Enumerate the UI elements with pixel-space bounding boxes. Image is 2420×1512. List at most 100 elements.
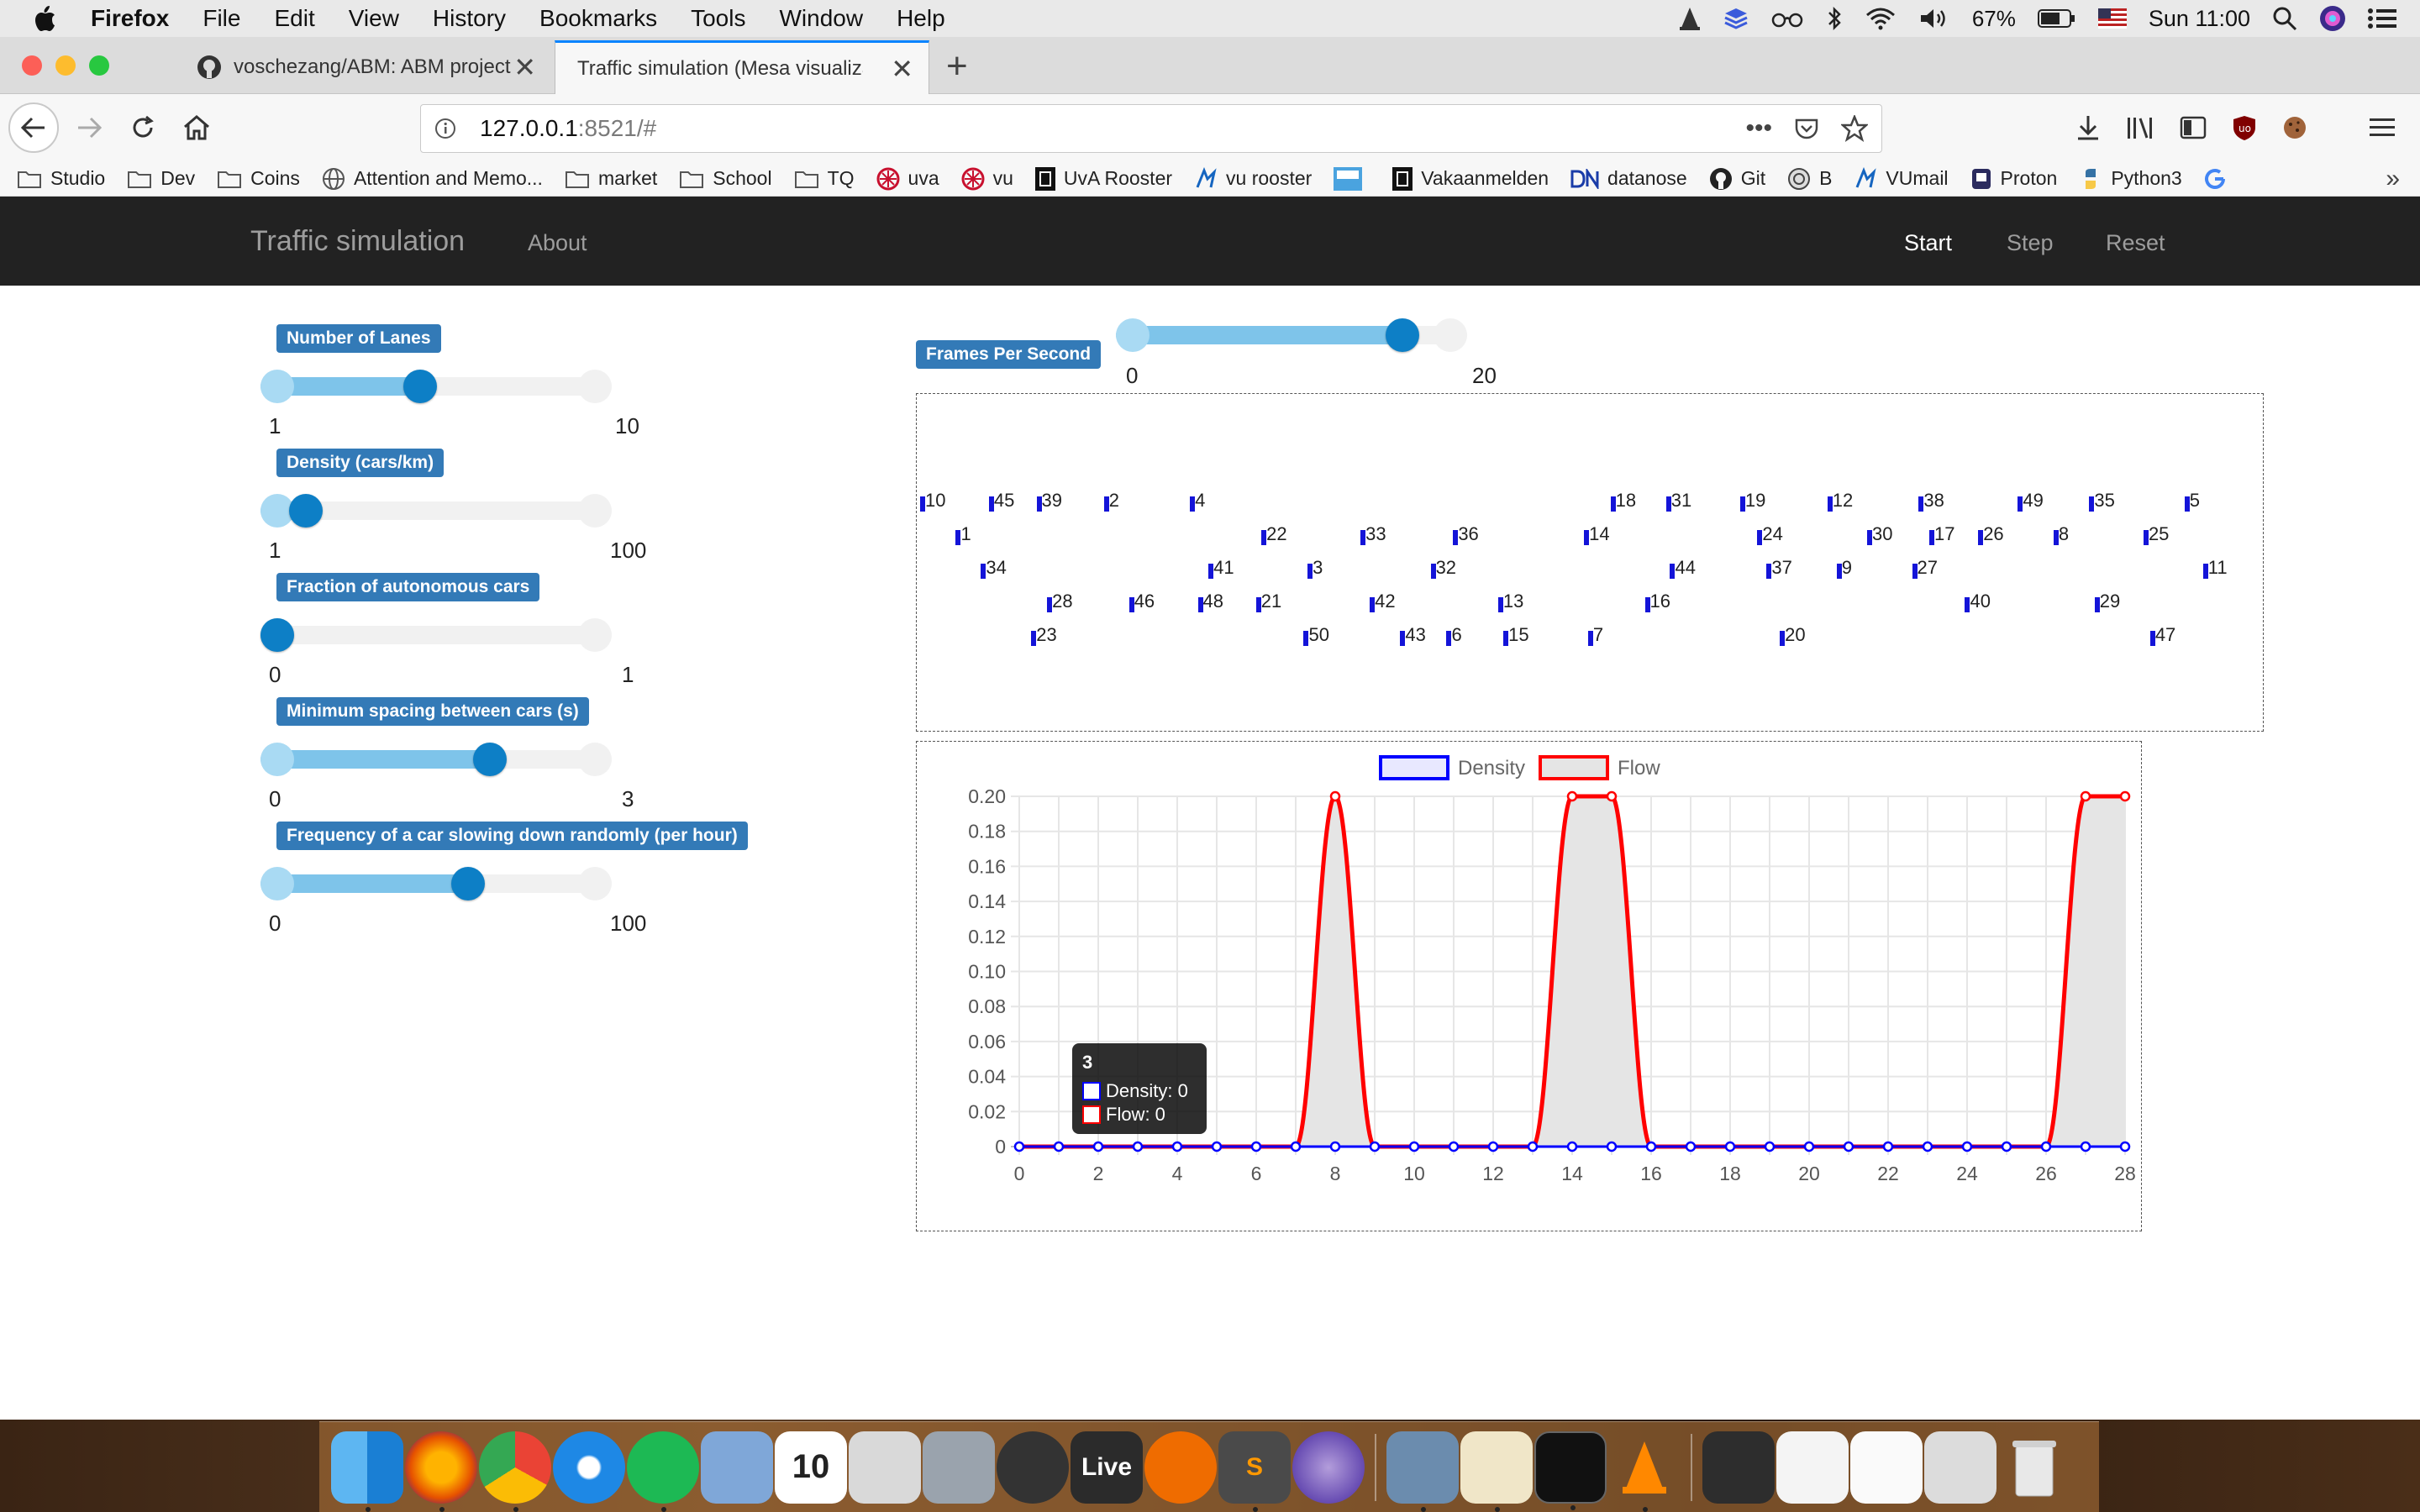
document-icon[interactable] — [1850, 1431, 1923, 1504]
tab-traffic-simulation[interactable]: Traffic simulation (Mesa visualizatio ✕ — [555, 40, 929, 94]
layers-status-icon[interactable] — [1723, 6, 1749, 31]
url-bar[interactable]: 127.0.0.1 :8521/# ••• — [420, 104, 1882, 153]
vlc-status-icon[interactable] — [1678, 6, 1702, 31]
start-button[interactable]: Start — [1904, 230, 1952, 256]
forward-button[interactable] — [64, 102, 114, 153]
bookmark-datanose[interactable]: datanose — [1570, 167, 1687, 190]
fps-slider[interactable] — [1116, 317, 1467, 354]
bookmark-coins[interactable]: Coins — [217, 167, 300, 190]
slider-handle[interactable] — [260, 618, 294, 652]
home-button[interactable] — [171, 102, 222, 153]
pocket-icon[interactable] — [1794, 116, 1819, 141]
ableton-live-icon[interactable]: Live — [1071, 1431, 1143, 1504]
app-brand[interactable]: Traffic simulation — [250, 225, 465, 258]
about-link[interactable]: About — [528, 230, 587, 256]
info-icon[interactable] — [434, 118, 456, 139]
reload-button[interactable] — [118, 102, 168, 153]
screenshot-icon[interactable] — [849, 1431, 921, 1504]
downloads-stack-icon[interactable] — [1924, 1431, 1996, 1504]
document-icon[interactable] — [1776, 1431, 1849, 1504]
library-icon[interactable] — [2126, 115, 2154, 140]
tab-github-abm[interactable]: voschezang/ABM: ABM project ✕ — [175, 40, 551, 94]
notification-center-icon[interactable] — [2368, 8, 2396, 29]
menu-file[interactable]: File — [203, 5, 240, 32]
menu-window[interactable]: Window — [779, 5, 863, 32]
zoom-window-button[interactable] — [89, 55, 109, 76]
bookmark-attention-memory[interactable]: Attention and Memo... — [322, 167, 543, 191]
sidebar-icon[interactable] — [2180, 116, 2207, 139]
menu-bookmarks[interactable]: Bookmarks — [539, 5, 657, 32]
cookie-extension-icon[interactable] — [2282, 115, 2307, 140]
bluetooth-icon[interactable] — [1826, 6, 1843, 31]
bookmark-uva[interactable]: uva — [876, 167, 939, 191]
slider-min-spacing[interactable] — [260, 741, 612, 778]
bookmark-python3[interactable]: Python3 — [2079, 167, 2182, 191]
slider-density[interactable] — [260, 492, 612, 529]
chrome-icon[interactable] — [479, 1431, 551, 1512]
slider-handle[interactable] — [450, 867, 485, 900]
reset-button[interactable]: Reset — [2106, 230, 2165, 256]
recording-app-icon[interactable] — [1144, 1431, 1217, 1504]
bookmark-proton[interactable]: Proton — [1970, 167, 2057, 191]
preview-icon[interactable] — [1386, 1431, 1459, 1512]
slider-fraction-autonomous[interactable] — [260, 617, 612, 654]
bookmark-vumail[interactable]: VUmail — [1854, 166, 1949, 191]
new-tab-button[interactable]: + — [946, 45, 968, 87]
slider-handle[interactable] — [403, 370, 438, 403]
bookmark-vu-image[interactable] — [1334, 166, 1370, 191]
trash-icon[interactable] — [1998, 1431, 2070, 1504]
bookmark-vu[interactable]: vu — [961, 167, 1013, 191]
slider-number-of-lanes[interactable] — [260, 368, 612, 405]
terminal-icon[interactable] — [1534, 1431, 1607, 1510]
disk-utility-icon[interactable] — [923, 1431, 995, 1504]
safari-icon[interactable] — [553, 1431, 625, 1504]
bookmark-dev[interactable]: Dev — [127, 167, 195, 190]
bookmark-star-icon[interactable] — [1841, 115, 1868, 142]
backup-icon[interactable] — [997, 1431, 1069, 1504]
menu-view[interactable]: View — [349, 5, 399, 32]
spotify-icon[interactable] — [627, 1431, 699, 1512]
page-actions-icon[interactable]: ••• — [1745, 114, 1772, 143]
slider-handle[interactable] — [289, 494, 324, 528]
menu-history[interactable]: History — [433, 5, 506, 32]
back-button[interactable] — [8, 102, 59, 153]
step-button[interactable]: Step — [2007, 230, 2054, 256]
nebula-app-icon[interactable] — [1292, 1431, 1365, 1504]
download-icon[interactable] — [2075, 114, 2101, 141]
minimize-window-button[interactable] — [55, 55, 76, 76]
slider-handle[interactable] — [473, 743, 508, 776]
menu-tools[interactable]: Tools — [691, 5, 745, 32]
ublock-origin-icon[interactable]: uo — [2232, 114, 2257, 141]
sublime-text-icon[interactable]: S — [1218, 1431, 1291, 1512]
us-flag-icon[interactable] — [2097, 8, 2127, 29]
finder-icon[interactable] — [331, 1431, 403, 1512]
bookmark-vakaanmelden[interactable]: Vakaanmelden — [1392, 166, 1549, 191]
glasses-icon[interactable] — [1770, 8, 1804, 29]
bookmark-b[interactable]: B — [1787, 167, 1832, 191]
vlc-icon[interactable] — [1608, 1431, 1681, 1512]
volume-icon[interactable] — [1918, 7, 1950, 30]
slider-slowdown-frequency[interactable] — [260, 865, 612, 902]
firefox-icon[interactable] — [405, 1431, 477, 1512]
bookmark-studio[interactable]: Studio — [17, 167, 105, 190]
document-icon[interactable] — [1702, 1431, 1775, 1504]
bookmark-vu-rooster[interactable]: vu rooster — [1194, 166, 1312, 191]
bookmark-market[interactable]: market — [565, 167, 657, 190]
bookmarks-overflow-icon[interactable]: » — [2386, 165, 2400, 193]
bookmark-git[interactable]: Git — [1709, 167, 1765, 191]
hamburger-menu-icon[interactable] — [2370, 117, 2395, 139]
siri-icon[interactable] — [2319, 5, 2346, 32]
calendar-icon[interactable]: 10 — [775, 1431, 847, 1504]
close-tab-icon[interactable]: ✕ — [513, 51, 536, 83]
apple-icon[interactable] — [32, 4, 57, 33]
textedit-icon[interactable] — [1460, 1431, 1533, 1512]
battery-icon[interactable] — [2037, 8, 2076, 29]
slider-handle[interactable] — [1386, 318, 1420, 352]
wifi-icon[interactable] — [1865, 7, 1897, 30]
menu-help[interactable]: Help — [897, 5, 945, 32]
bookmark-tq[interactable]: TQ — [794, 167, 855, 190]
bookmark-google[interactable] — [2204, 168, 2234, 190]
menu-edit[interactable]: Edit — [274, 5, 314, 32]
close-window-button[interactable] — [22, 55, 42, 76]
close-tab-icon[interactable]: ✕ — [891, 53, 913, 85]
